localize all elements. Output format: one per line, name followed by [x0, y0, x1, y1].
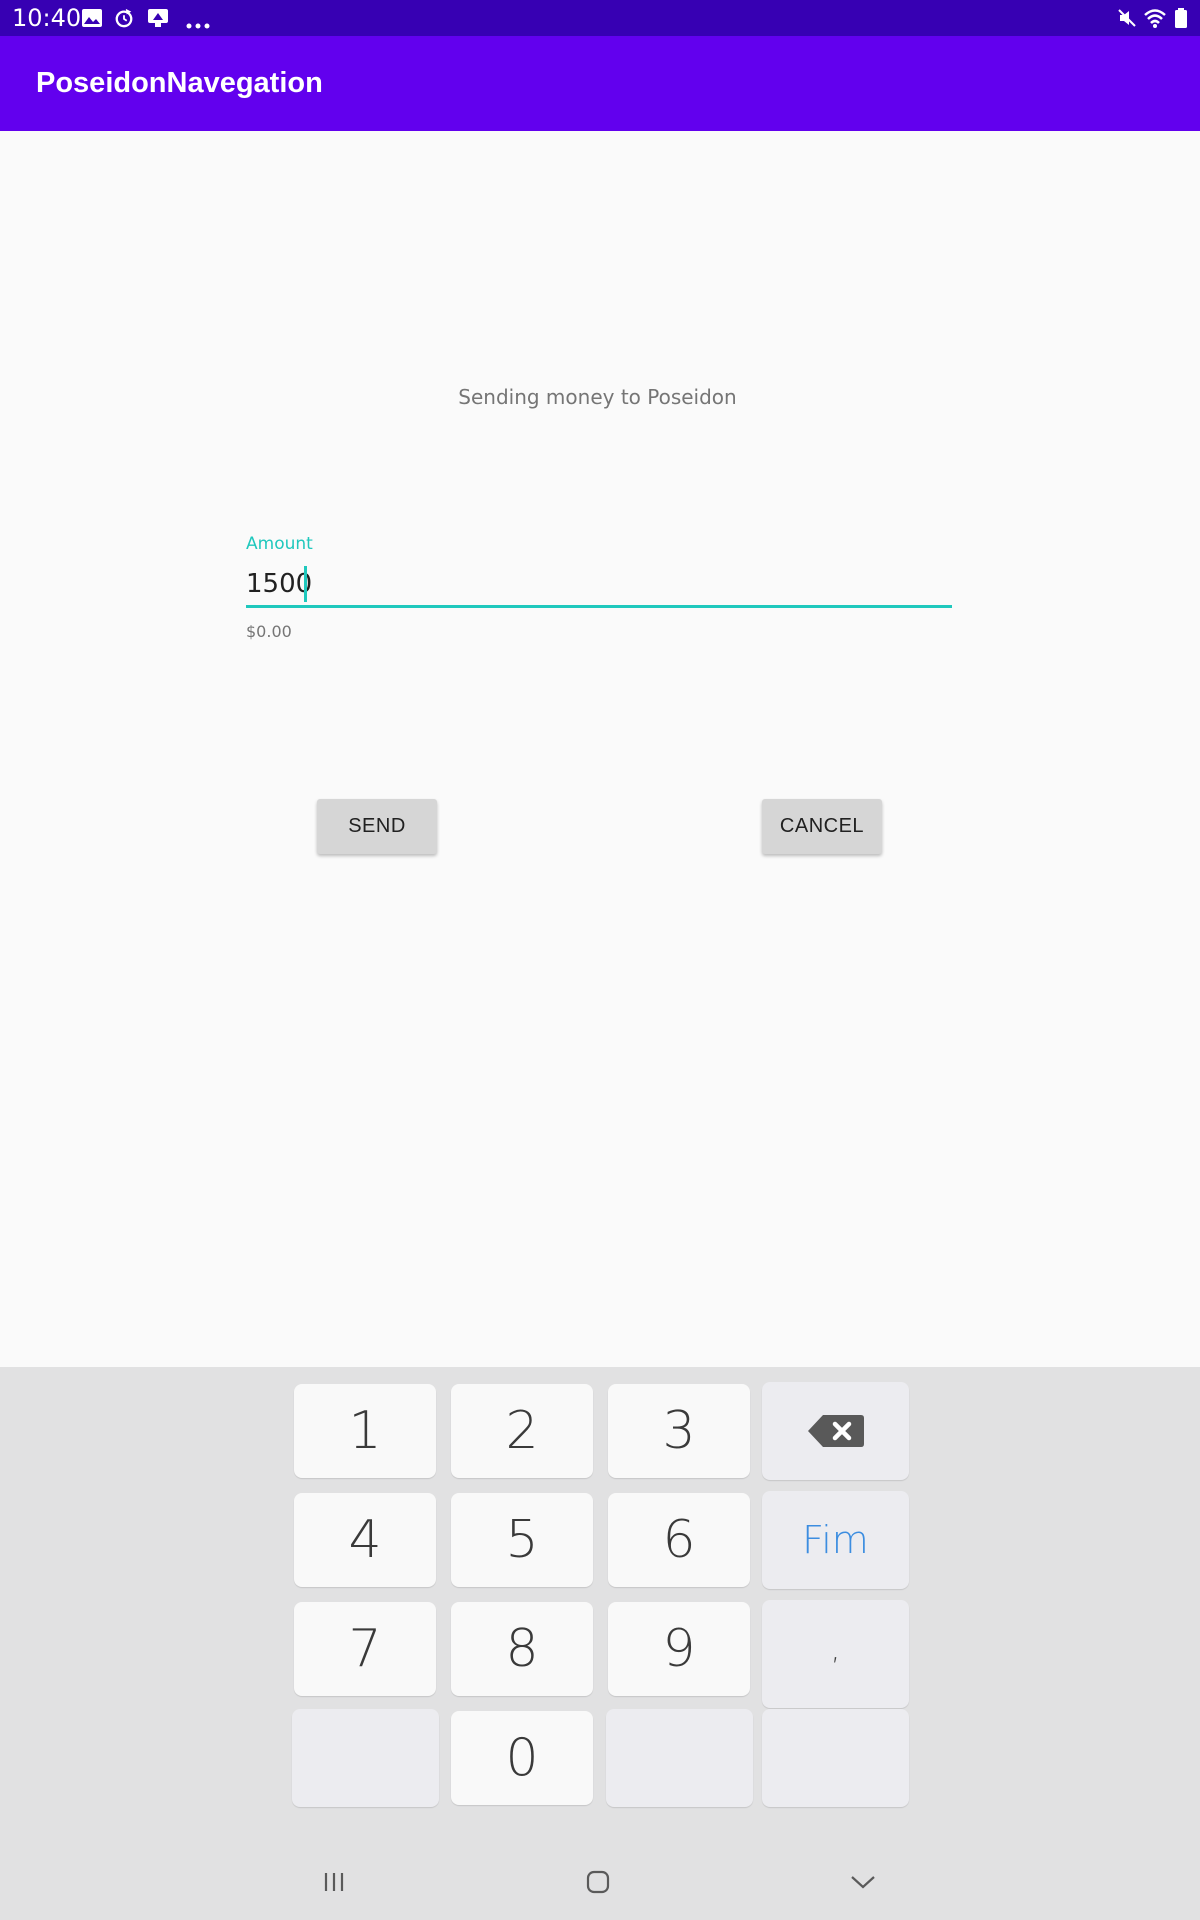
key-3[interactable]: 3 — [608, 1384, 750, 1478]
screenshot-icon — [148, 9, 168, 27]
key-2[interactable]: 2 — [451, 1384, 593, 1478]
home-icon[interactable] — [586, 1870, 610, 1894]
key-1[interactable]: 1 — [294, 1384, 436, 1478]
key-8[interactable]: 8 — [451, 1602, 593, 1696]
sync-icon — [115, 8, 133, 28]
app-title: PoseidonNavegation — [36, 67, 323, 99]
done-key[interactable]: Fim — [762, 1491, 909, 1589]
status-bar: 10:40 — [0, 0, 1200, 36]
empty-key-left — [292, 1709, 439, 1807]
more-icon — [186, 23, 210, 29]
numeric-keyboard: 1 2 3 4 5 6 Fim 7 8 9 , 0 — [0, 1367, 1200, 1920]
key-0[interactable]: 0 — [451, 1711, 593, 1805]
send-money-subtitle: Sending money to Poseidon — [458, 385, 737, 409]
text-cursor — [304, 566, 307, 602]
recent-apps-icon[interactable] — [322, 1870, 346, 1894]
key-4[interactable]: 4 — [294, 1493, 436, 1587]
backspace-key[interactable] — [762, 1382, 909, 1480]
backspace-icon — [807, 1415, 864, 1447]
amount-input[interactable] — [246, 563, 952, 608]
empty-key-middle — [606, 1709, 753, 1807]
key-9[interactable]: 9 — [608, 1602, 750, 1696]
status-time: 10:40 — [12, 4, 82, 32]
key-6[interactable]: 6 — [608, 1493, 750, 1587]
app-bar: PoseidonNavegation — [0, 36, 1200, 131]
comma-key[interactable]: , — [762, 1600, 909, 1708]
back-icon[interactable] — [850, 1870, 876, 1894]
battery-icon — [1175, 8, 1187, 28]
key-5[interactable]: 5 — [451, 1493, 593, 1587]
wifi-icon — [1144, 9, 1166, 28]
image-icon — [82, 9, 102, 27]
amount-label: Amount — [246, 534, 313, 554]
amount-helper-text: $0.00 — [246, 622, 292, 641]
cancel-button[interactable]: CANCEL — [762, 799, 882, 854]
empty-key-right — [762, 1709, 909, 1807]
send-button[interactable]: SEND — [317, 799, 437, 854]
key-7[interactable]: 7 — [294, 1602, 436, 1696]
mute-icon — [1118, 9, 1136, 27]
